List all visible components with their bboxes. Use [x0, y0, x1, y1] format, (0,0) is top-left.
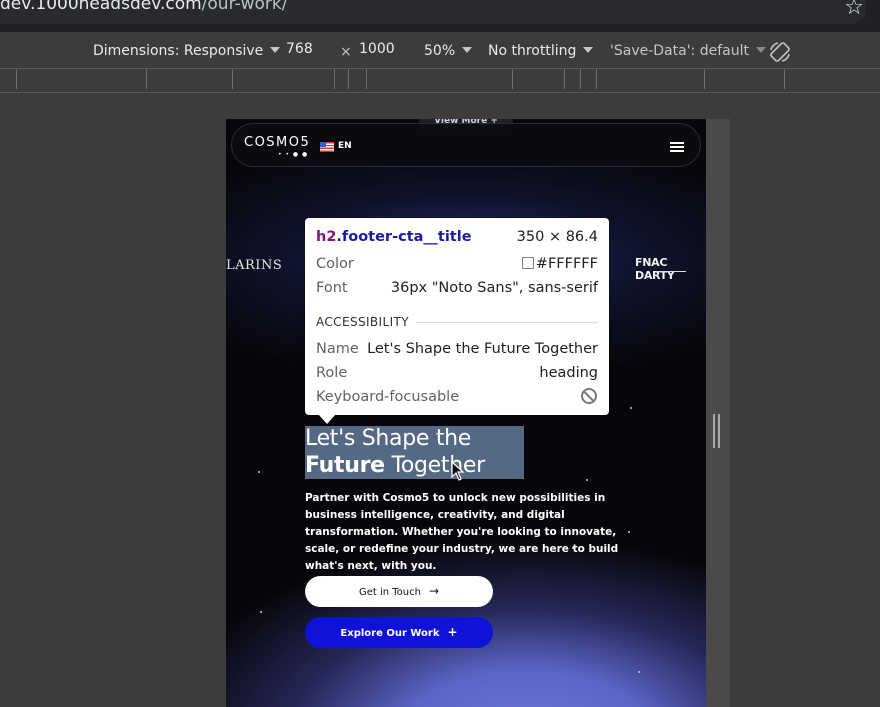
logo-dots: • • ● ● [278, 151, 309, 158]
chevron-down-icon [270, 47, 281, 53]
browser-address-bar: dev.1000headsdev.com/our-work/ ☆ [0, 0, 880, 32]
cta-title-bold: Future [305, 453, 385, 478]
us-flag-icon[interactable] [320, 142, 334, 152]
star-decoration [260, 611, 262, 613]
save-data-label: 'Save-Data': default [610, 43, 749, 59]
selector-tag: h2 [316, 229, 337, 245]
font-label: Font [316, 280, 348, 296]
cta-title-rest: Together [384, 453, 485, 478]
accessibility-heading: ACCESSIBILITY [316, 315, 409, 329]
cta-title-line1: Let's Shape the [305, 426, 472, 451]
color-value-text: #FFFFFF [535, 256, 598, 272]
font-value: 36px "Noto Sans", sans-serif [390, 280, 598, 296]
chevron-down-icon [755, 47, 766, 53]
chevron-down-icon [462, 47, 473, 53]
star-decoration [258, 471, 260, 473]
mouse-cursor-icon [451, 461, 465, 481]
language-label[interactable]: EN [338, 141, 352, 151]
throttling-label: No throttling [488, 43, 577, 59]
explore-our-work-button[interactable]: Explore Our Work + [305, 617, 493, 648]
color-value: #FFFFFF [521, 256, 598, 272]
url-host: dev.1000headsdev.com [0, 0, 202, 14]
get-in-touch-label: Get in Touch [358, 587, 421, 598]
site-logo[interactable]: COSMO5 [244, 135, 310, 150]
name-label: Name [316, 341, 359, 357]
rotate-icon[interactable] [768, 40, 792, 64]
media-query-bar[interactable] [0, 69, 880, 93]
explore-our-work-label: Explore Our Work [340, 628, 440, 639]
cta-description: Partner with Cosmo5 to unlock new possib… [305, 492, 619, 572]
focus-label: Keyboard-focusable [316, 389, 460, 405]
bookmark-star-icon[interactable]: ☆ [844, 0, 864, 20]
url-path: /our-work/ [201, 0, 288, 14]
save-data-select[interactable]: 'Save-Data': default [610, 43, 766, 59]
accessibility-divider [416, 322, 598, 323]
star-decoration [630, 407, 632, 409]
site-nav: COSMO5 • • ● ● EN [231, 123, 701, 167]
color-swatch [521, 257, 534, 269]
zoom-select[interactable]: 50% [424, 43, 473, 59]
chevron-down-icon [583, 47, 594, 53]
device-toolbar: Dimensions: Responsive 768 × 1000 50% No… [0, 32, 880, 69]
dimensions-label: Dimensions: Responsive [93, 43, 264, 59]
height-input[interactable]: 1000 [359, 41, 403, 61]
arrow-right-icon: → [428, 584, 440, 598]
tooltip-selector: h2.footer-cta__title [316, 229, 472, 245]
brand-logo-left: LARINS [226, 258, 283, 273]
menu-icon[interactable] [670, 142, 684, 152]
throttling-select[interactable]: No throttling [488, 43, 594, 59]
role-label: Role [316, 365, 348, 381]
brand-underline [656, 271, 686, 272]
selector-class: .footer-cta__title [336, 229, 472, 245]
color-label: Color [316, 256, 354, 272]
not-focusable-icon [581, 388, 597, 404]
plus-icon: + [447, 625, 458, 639]
get-in-touch-button[interactable]: Get in Touch → [305, 576, 493, 607]
times-icon: × [340, 44, 352, 60]
width-input[interactable]: 768 [286, 41, 330, 61]
brand-logo-right: FNAC DARTY [635, 256, 675, 282]
dimensions-select[interactable]: Dimensions: Responsive [93, 43, 281, 59]
url-text[interactable]: dev.1000headsdev.com/our-work/ [0, 0, 287, 14]
name-value: Let's Shape the Future Together [367, 341, 598, 357]
resize-handle[interactable] [713, 414, 720, 448]
url-field[interactable]: dev.1000headsdev.com/our-work/ [0, 0, 866, 24]
tooltip-size: 350 × 86.4 [516, 229, 598, 245]
star-decoration [586, 479, 588, 481]
tooltip-pointer [318, 414, 336, 424]
inspect-tooltip: h2.footer-cta__title 350 × 86.4 Color #F… [305, 218, 609, 415]
star-decoration [638, 671, 640, 673]
role-value: heading [539, 365, 598, 381]
zoom-label: 50% [424, 43, 456, 59]
